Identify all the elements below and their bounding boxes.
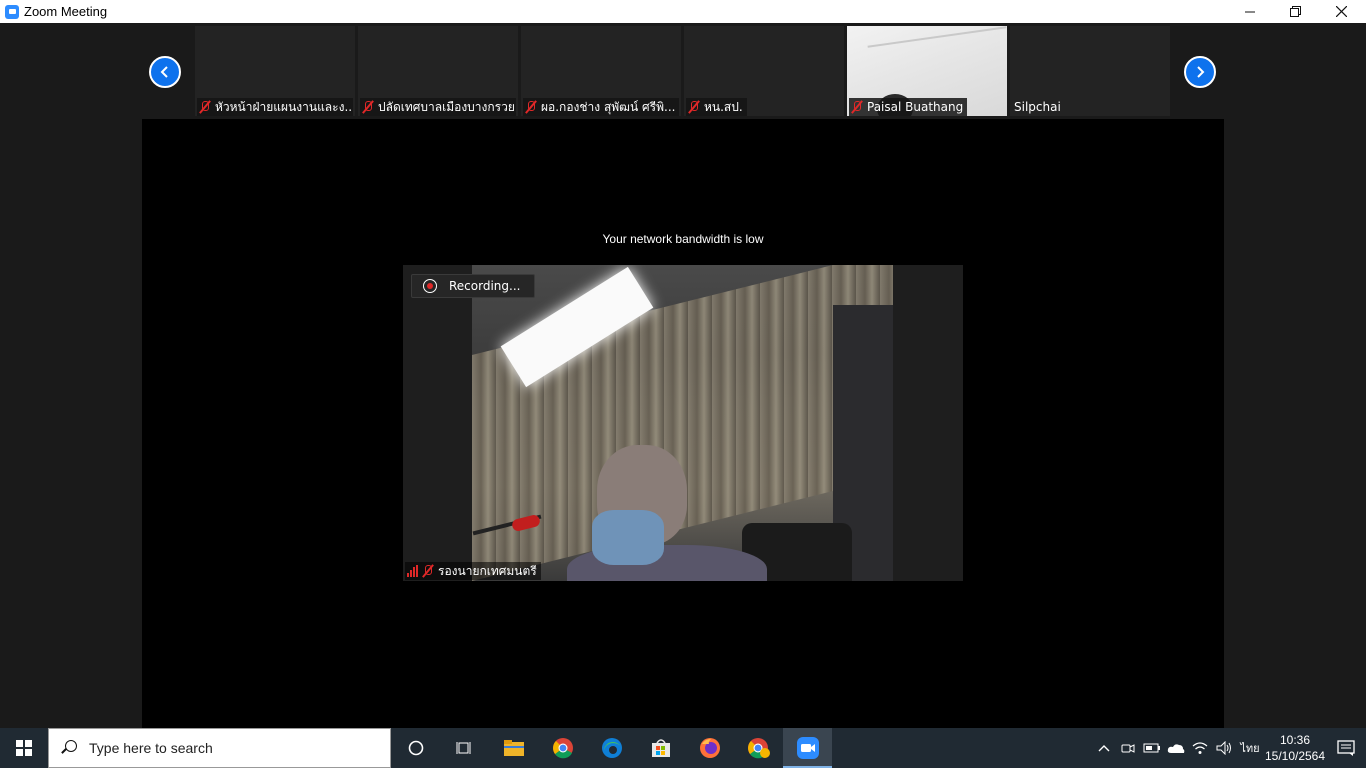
window-title: Zoom Meeting [24, 4, 108, 19]
speaker-icon [1216, 741, 1231, 755]
firefox-button[interactable] [685, 728, 734, 768]
recording-indicator[interactable]: Recording... [411, 274, 535, 298]
participant-strip: หัวหน้าฝ่ายแผนงานและง... ปลัดเทศบาลเมือง… [0, 26, 1366, 118]
chevron-left-icon [160, 66, 168, 78]
recording-label: Recording... [449, 279, 521, 293]
restore-button[interactable] [1272, 0, 1318, 23]
windows-taskbar: Type here to search ไทย 10:36 15/10/2564 [0, 728, 1366, 768]
chrome-icon [552, 738, 573, 759]
chrome-profile-button[interactable] [734, 728, 783, 768]
store-button[interactable] [636, 728, 685, 768]
cloud-icon [1167, 744, 1185, 753]
input-language-button[interactable]: ไทย [1236, 739, 1264, 757]
participant-tile[interactable]: หน.สป. [684, 26, 844, 116]
camera-icon [1121, 744, 1135, 753]
notification-center-button[interactable] [1326, 728, 1366, 768]
store-icon [651, 739, 670, 757]
chrome-button[interactable] [538, 728, 587, 768]
video-background [867, 26, 1007, 48]
chevron-right-icon [1197, 66, 1205, 78]
title-bar: Zoom Meeting [0, 0, 1366, 23]
speaker-name: รองนายกเทศมนตรี [438, 563, 537, 578]
system-tray: ไทย 10:36 15/10/2564 [1092, 728, 1366, 768]
zoom-icon [5, 4, 19, 19]
video-person-mask [592, 510, 664, 565]
mic-muted-icon [362, 100, 374, 114]
active-speaker-video[interactable]: Recording... รองนายกเทศมนตรี [403, 265, 963, 581]
close-button[interactable] [1318, 0, 1364, 23]
show-hidden-icons-button[interactable] [1092, 728, 1116, 768]
folder-icon [503, 740, 524, 756]
meet-now-button[interactable] [1116, 728, 1140, 768]
chevron-up-icon [1098, 745, 1110, 752]
battery-icon [1143, 743, 1160, 753]
mic-muted-icon [422, 564, 434, 578]
firefox-icon [699, 738, 720, 758]
file-explorer-button[interactable] [489, 728, 538, 768]
windows-icon [16, 740, 32, 756]
search-icon [61, 740, 77, 756]
clock[interactable]: 10:36 15/10/2564 [1264, 732, 1326, 764]
participant-label: Silpchai [1012, 98, 1065, 116]
taskbar-search[interactable]: Type here to search [48, 728, 391, 768]
cortana-icon [408, 740, 423, 756]
clock-time: 10:36 [1279, 733, 1311, 747]
participant-name: หัวหน้าฝ่ายแผนงานและง... [215, 100, 353, 114]
notification-icon [1337, 740, 1355, 756]
bandwidth-notice: Your network bandwidth is low [602, 232, 764, 246]
minimize-icon [1245, 11, 1255, 12]
participant-name: ปลัดเทศบาลเมืองบางกรวย [378, 100, 515, 114]
edge-button[interactable] [587, 728, 636, 768]
task-view-button[interactable] [440, 728, 489, 768]
participant-tile-video[interactable]: Paisal Buathang [847, 26, 1007, 116]
participant-name: Paisal Buathang [867, 100, 964, 114]
wifi-icon [1192, 742, 1208, 754]
participant-tile[interactable]: Silpchai [1010, 26, 1170, 116]
cortana-button[interactable] [391, 728, 440, 768]
participant-tile[interactable]: ปลัดเทศบาลเมืองบางกรวย [358, 26, 518, 116]
mic-muted-icon [525, 100, 537, 114]
participant-label: หัวหน้าฝ่ายแผนงานและง... [197, 98, 353, 116]
task-view-icon [456, 742, 470, 754]
previous-page-button[interactable] [149, 56, 181, 88]
close-icon [1335, 6, 1347, 17]
participant-tile[interactable]: ผอ.กองช่าง สุพัฒน์ ศรีพิ... [521, 26, 681, 116]
participant-label: หน.สป. [686, 98, 747, 116]
network-button[interactable] [1188, 728, 1212, 768]
zoom-icon [796, 737, 819, 759]
participant-label: Paisal Buathang [849, 98, 968, 116]
search-placeholder: Type here to search [89, 740, 213, 756]
volume-button[interactable] [1212, 728, 1236, 768]
onedrive-button[interactable] [1164, 728, 1188, 768]
record-icon [423, 279, 437, 293]
restore-icon [1289, 6, 1301, 17]
minimize-button[interactable] [1227, 0, 1273, 23]
participant-tile[interactable]: หัวหน้าฝ่ายแผนงานและง... [195, 26, 355, 116]
participant-name: ผอ.กองช่าง สุพัฒน์ ศรีพิ... [541, 100, 676, 114]
meeting-area: หัวหน้าฝ่ายแผนงานและง... ปลัดเทศบาลเมือง… [0, 23, 1366, 728]
participant-name: Silpchai [1014, 100, 1061, 114]
active-speaker-stage: Your network bandwidth is low Recording.… [142, 119, 1224, 728]
mic-muted-icon [688, 100, 700, 114]
mic-muted-icon [851, 100, 863, 114]
signal-strength-icon [407, 565, 418, 577]
battery-button[interactable] [1140, 728, 1164, 768]
next-page-button[interactable] [1184, 56, 1216, 88]
chrome-profile-icon [747, 738, 770, 759]
video-feed [472, 265, 893, 581]
participant-name: หน.สป. [704, 100, 743, 114]
start-button[interactable] [0, 728, 48, 768]
zoom-taskbar-button[interactable] [783, 728, 832, 768]
participant-label: ปลัดเทศบาลเมืองบางกรวย [360, 98, 516, 116]
speaker-label: รองนายกเทศมนตรี [405, 562, 541, 580]
mic-muted-icon [199, 100, 211, 114]
clock-date: 15/10/2564 [1264, 749, 1326, 763]
edge-icon [601, 738, 622, 758]
participant-label: ผอ.กองช่าง สุพัฒน์ ศรีพิ... [523, 98, 679, 116]
